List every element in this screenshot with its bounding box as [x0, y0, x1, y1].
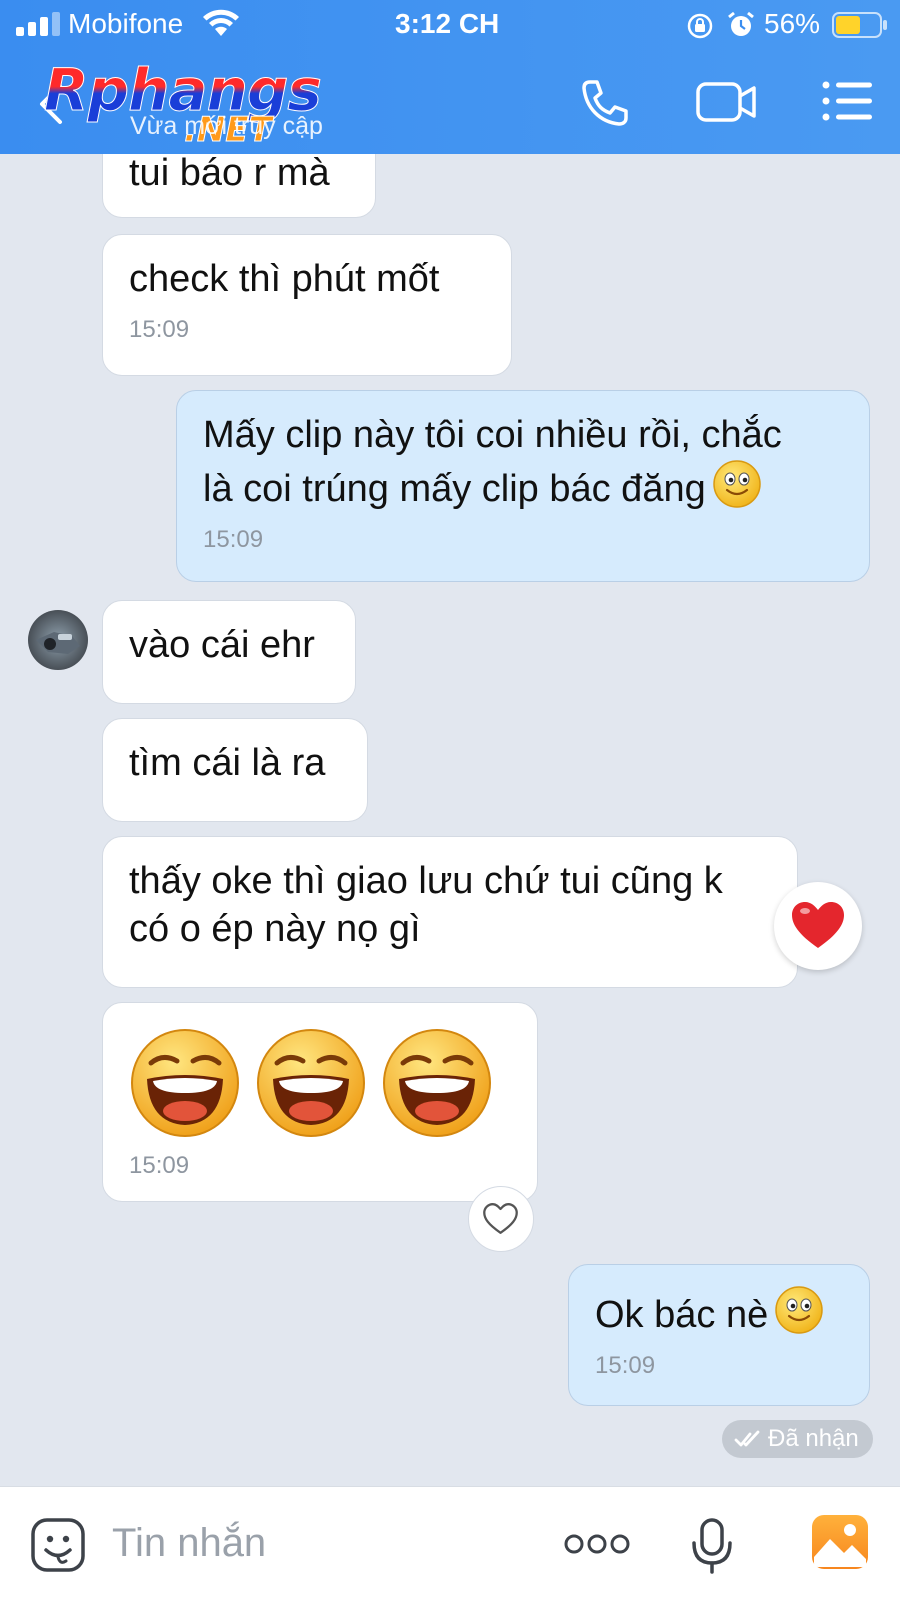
message-time: 15:09 — [129, 316, 190, 343]
message-bubble-sent[interactable]: Ok bác nè 15:09 — [568, 1264, 870, 1406]
last-seen-status: Vừa mới truy cập — [130, 112, 323, 140]
message-time: 15:09 — [129, 1152, 190, 1179]
more-options-icon[interactable] — [564, 1531, 630, 1557]
message-text: check thì phút mốt — [129, 258, 440, 300]
smile-emoji-icon — [712, 460, 761, 508]
smile-emoji-icon — [775, 1286, 823, 1334]
message-text-line: Mấy clip này tôi coi nhiều rồi, chắc — [203, 414, 782, 456]
delivery-status-text: Đã nhận — [768, 1425, 859, 1452]
red-heart-icon — [792, 902, 844, 948]
react-button[interactable] — [468, 1186, 534, 1252]
heart-outline-icon — [483, 1203, 518, 1234]
heart-reaction[interactable] — [774, 882, 862, 970]
message-bubble-received[interactable]: check thì phút mốt 15:09 — [102, 234, 512, 376]
composer-bar — [0, 1486, 900, 1600]
laughing-emoji-icon — [131, 1029, 239, 1137]
message-text: Ok bác nè — [595, 1294, 769, 1336]
rotation-lock-icon — [687, 13, 713, 39]
message-text: tìm cái là ra — [129, 742, 326, 784]
delivery-status-badge: Đã nhận — [722, 1420, 873, 1458]
clock-time: 3:12 CH — [395, 8, 500, 39]
battery-icon — [832, 12, 887, 38]
carrier-label: Mobifone — [68, 8, 184, 39]
video-call-icon[interactable] — [696, 80, 758, 124]
signal-icon — [16, 12, 60, 36]
sticker-icon[interactable] — [30, 1517, 86, 1573]
message-text: vào cái ehr — [129, 624, 315, 666]
wifi-icon — [203, 9, 239, 36]
alarm-icon — [728, 11, 754, 36]
message-input[interactable] — [112, 1513, 532, 1573]
laughing-emoji-icon — [257, 1029, 365, 1137]
status-bar: Mobifone 3:12 CH 56% — [0, 0, 900, 52]
message-list[interactable]: tui báo r mà check thì phút mốt 15:09 Mấ… — [0, 154, 900, 1486]
photo-gallery-icon[interactable] — [810, 1513, 870, 1571]
microphone-icon[interactable] — [690, 1517, 734, 1575]
message-bubble-received[interactable]: tui báo r mà — [102, 154, 376, 218]
message-bubble-received[interactable]: 15:09 — [102, 1002, 538, 1202]
call-icon[interactable] — [580, 78, 630, 126]
message-bubble-sent[interactable]: Mấy clip này tôi coi nhiều rồi, chắc là … — [176, 390, 870, 582]
message-text-line: có o ép này nọ gì — [129, 908, 421, 950]
message-bubble-received[interactable]: thấy oke thì giao lưu chứ tui cũng k có … — [102, 836, 798, 988]
emoji-row — [129, 1027, 511, 1139]
battery-percent: 56% — [764, 8, 821, 39]
message-text: tui báo r mà — [129, 154, 330, 194]
message-bubble-received[interactable]: tìm cái là ra — [102, 718, 368, 822]
message-time: 15:09 — [595, 1352, 656, 1379]
menu-icon[interactable] — [822, 80, 872, 122]
message-text-line: là coi trúng mấy clip bác đăng — [203, 468, 706, 510]
contact-avatar[interactable] — [28, 610, 88, 670]
chat-header: Mobifone 3:12 CH 56% Rphangs .NET Vừa mớ… — [0, 0, 900, 154]
laughing-emoji-icon — [383, 1029, 491, 1137]
double-check-icon — [734, 1430, 760, 1447]
message-text-line: thấy oke thì giao lưu chứ tui cũng k — [129, 860, 723, 902]
message-time: 15:09 — [203, 526, 264, 553]
message-bubble-received[interactable]: vào cái ehr — [102, 600, 356, 704]
